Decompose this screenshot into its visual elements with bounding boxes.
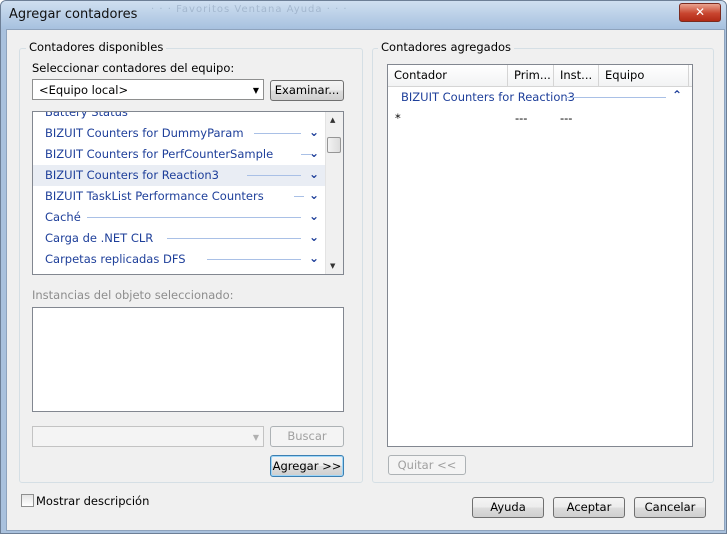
object-row[interactable]: Cola de impresión (33, 270, 327, 274)
expand-icon[interactable]: ⌄ (309, 146, 319, 160)
expand-icon[interactable]: ⌄ (309, 230, 319, 244)
object-label: Cola de impresión (45, 273, 149, 274)
counter-parent-cell: --- (515, 111, 528, 125)
show-description-label[interactable]: Mostrar descripción (36, 494, 149, 508)
counter-group-row[interactable]: BIZUIT Counters for Reaction3 ⌃ (388, 87, 692, 107)
row-separator-line (294, 196, 304, 197)
scroll-down-icon[interactable]: ▼ (330, 262, 335, 270)
object-row[interactable]: BIZUIT Counters for Reaction3 ⌄ (33, 165, 327, 186)
column-header-row: Contador Prim... Inst... Equipo (388, 65, 692, 87)
row-separator-line (167, 238, 301, 239)
object-label: Caché (45, 210, 81, 224)
dropdown-arrow-icon: ▼ (252, 86, 259, 95)
object-row[interactable]: Caché ⌄ (33, 207, 327, 228)
show-description-checkbox[interactable] (21, 494, 34, 507)
added-counters-label: Contadores agregados (378, 40, 515, 54)
title-bar: Agregar contadores · · · Favoritos Venta… (1, 1, 726, 29)
row-separator-line (87, 217, 301, 218)
row-separator-line (254, 133, 301, 134)
dialog-body: Contadores disponibles Seleccionar conta… (6, 29, 725, 531)
available-counters-label: Contadores disponibles (26, 40, 167, 54)
expand-icon[interactable]: ⌄ (309, 125, 319, 139)
collapse-icon[interactable]: ⌃ (672, 88, 682, 102)
add-counters-dialog: Agregar contadores · · · Favoritos Venta… (0, 0, 727, 534)
object-row[interactable]: BIZUIT TaskList Performance Counters ⌄ (33, 186, 327, 207)
object-row[interactable]: Carpetas replicadas DFS ⌄ (33, 249, 327, 270)
expand-icon[interactable]: ⌄ (309, 251, 319, 265)
expand-icon[interactable]: ⌄ (309, 188, 319, 202)
object-label: BIZUIT Counters for PerfCounterSample (45, 147, 274, 161)
object-label: Carpetas replicadas DFS (45, 252, 186, 266)
group-separator-line (566, 97, 666, 98)
close-button[interactable]: ✕ (679, 3, 721, 22)
select-computer-label: Seleccionar contadores del equipo: (32, 61, 235, 75)
add-button[interactable]: Agregar >> (270, 455, 344, 477)
add-button-label: Agregar >> (272, 459, 342, 473)
object-row[interactable]: Battery Status (33, 111, 327, 123)
object-label: Battery Status (45, 111, 128, 119)
scroll-thumb[interactable] (327, 137, 341, 153)
performance-objects-list: Battery Status BIZUIT Counters for DummyP… (32, 111, 344, 275)
browse-button-label: Examinar... (274, 83, 340, 97)
remove-button-label: Quitar << (397, 458, 457, 472)
remove-button[interactable]: Quitar << (388, 455, 466, 475)
counter-name-cell: * (395, 111, 401, 125)
column-header-instance[interactable]: Inst... (554, 65, 599, 86)
expand-icon[interactable]: ⌄ (309, 209, 319, 223)
object-label: Carga de .NET CLR (45, 231, 154, 245)
object-label: BIZUIT TaskList Performance Counters (45, 189, 264, 203)
help-button[interactable]: Ayuda (472, 497, 544, 518)
computer-combo[interactable]: <Equipo local> ▼ (32, 79, 264, 100)
search-button[interactable]: Buscar (270, 426, 344, 447)
counter-group-label: BIZUIT Counters for Reaction3 (401, 90, 575, 104)
help-button-label: Ayuda (490, 500, 526, 514)
cancel-button-label: Cancelar (644, 500, 696, 514)
object-row[interactable]: BIZUIT Counters for PerfCounterSample ⌄ (33, 144, 327, 165)
search-button-label: Buscar (287, 429, 327, 443)
computer-combo-value: <Equipo local> (39, 83, 129, 97)
row-separator-line (247, 175, 301, 176)
counter-row[interactable]: * --- --- (388, 109, 692, 127)
counter-instance-cell: --- (560, 111, 573, 125)
object-label: BIZUIT Counters for DummyParam (45, 126, 244, 140)
column-header-parent[interactable]: Prim... (508, 65, 554, 86)
object-row[interactable]: BIZUIT Counters for DummyParam ⌄ (33, 123, 327, 144)
objects-scrollbar[interactable]: ▲ ▼ (325, 112, 343, 274)
background-menu-bar: · · · Favoritos Ventana Ayuda · · · (151, 4, 348, 15)
column-header-counter[interactable]: Contador (388, 65, 508, 86)
search-dropdown-arrow-icon: ▼ (252, 433, 259, 442)
ok-button-label: Aceptar (566, 500, 612, 514)
browse-button[interactable]: Examinar... (270, 80, 344, 101)
search-combo[interactable]: ▼ (32, 426, 264, 447)
cancel-button[interactable]: Cancelar (634, 497, 706, 518)
close-icon: ✕ (694, 5, 706, 19)
instances-list[interactable] (32, 307, 344, 412)
expand-icon[interactable]: ⌄ (309, 167, 319, 181)
row-separator-line (207, 259, 301, 260)
scroll-up-icon[interactable]: ▲ (330, 116, 335, 124)
window-title: Agregar contadores (9, 7, 138, 22)
column-header-computer[interactable]: Equipo (599, 65, 689, 86)
object-label: BIZUIT Counters for Reaction3 (45, 168, 219, 182)
added-counters-list[interactable]: Contador Prim... Inst... Equipo BIZUIT C… (387, 64, 693, 447)
instances-label: Instancias del objeto seleccionado: (32, 288, 234, 302)
object-row[interactable]: Carga de .NET CLR ⌄ (33, 228, 327, 249)
ok-button[interactable]: Aceptar (553, 497, 625, 518)
